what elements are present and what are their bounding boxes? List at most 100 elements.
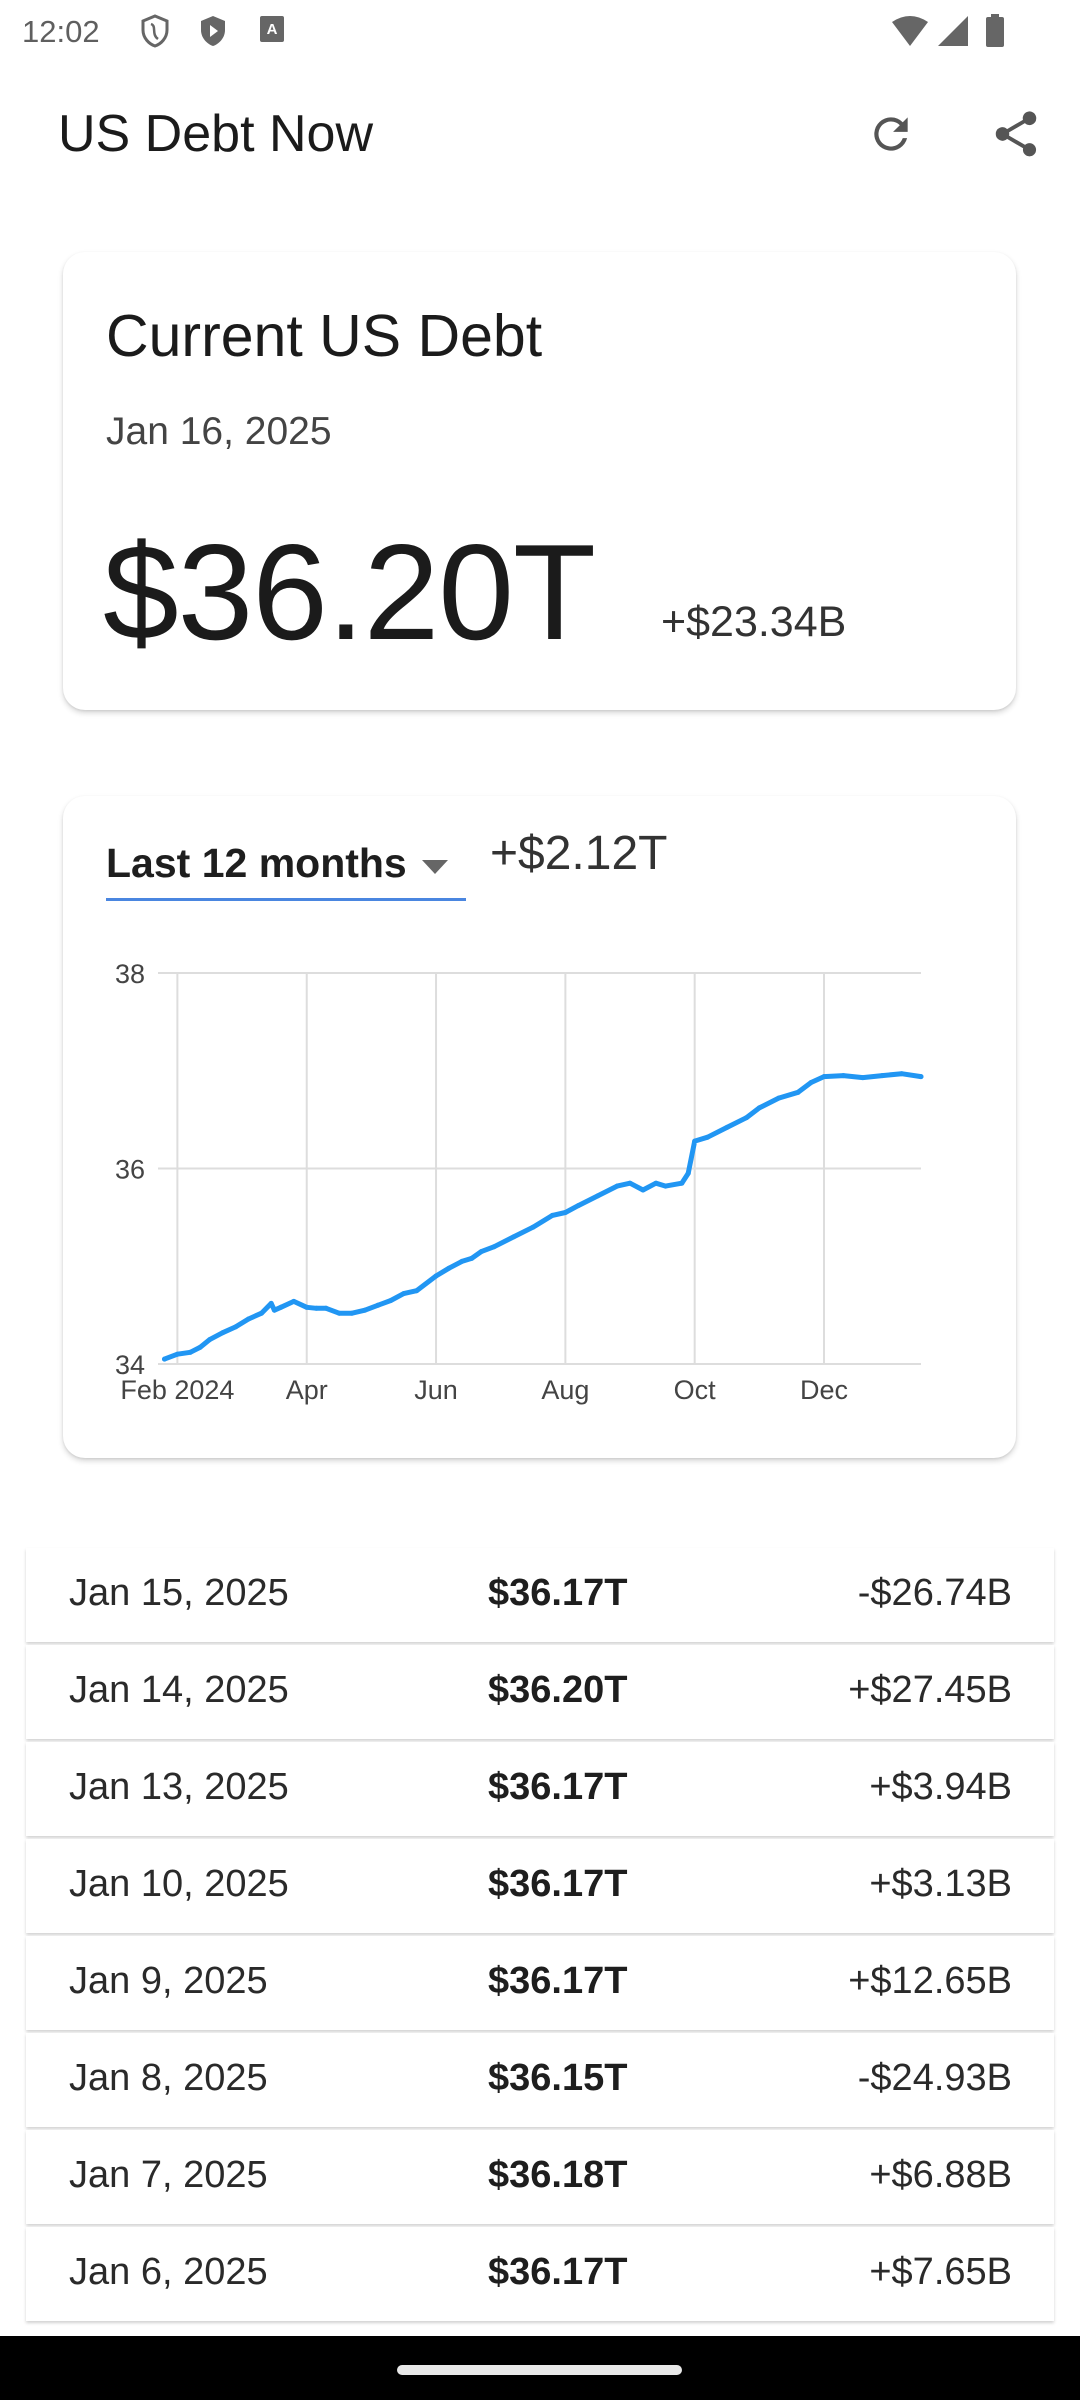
data-point (491, 1244, 497, 1250)
data-point (259, 1310, 264, 1316)
history-change: -$24.93B (857, 2057, 1012, 2099)
x-tick-label: Dec (800, 1375, 848, 1405)
history-row[interactable]: Jan 13, 2025 $36.17T +$3.94B (26, 1742, 1054, 1836)
data-point (362, 1307, 368, 1313)
history-value: $36.17T (488, 2251, 628, 2293)
data-point (575, 1203, 581, 1209)
data-point (549, 1212, 555, 1218)
debt-line-chart: 343638Feb 2024 Apr Jun Aug Oct Dec (115, 959, 924, 1405)
data-point (679, 1180, 685, 1186)
data-point (388, 1298, 394, 1303)
data-point (595, 1193, 601, 1199)
data-point (478, 1249, 484, 1255)
current-date: Jan 16, 2025 (106, 410, 332, 453)
history-date: Jan 14, 2025 (69, 1669, 289, 1711)
home-gesture-handle[interactable] (397, 2365, 682, 2375)
data-point (278, 1304, 284, 1310)
data-point (313, 1305, 319, 1311)
data-point (918, 1074, 924, 1080)
history-row[interactable]: Jan 15, 2025 $36.17T -$26.74B (26, 1548, 1054, 1642)
current-debt-card: Current US Debt Jan 16, 2025 $36.20T +$2… (63, 252, 1016, 710)
data-point (336, 1310, 342, 1316)
data-point (808, 1080, 814, 1085)
history-date: Jan 13, 2025 (69, 1766, 289, 1808)
series-line (162, 1071, 924, 1362)
data-point (271, 1307, 277, 1313)
history-change: +$3.13B (869, 1863, 1012, 1905)
history-date: Jan 7, 2025 (69, 2154, 268, 2196)
battery-icon (986, 14, 1004, 47)
data-point (743, 1115, 749, 1121)
x-tick-label: Apr (286, 1375, 328, 1405)
x-tick-label: Jun (414, 1375, 458, 1405)
data-point (627, 1180, 633, 1186)
history-value: $36.17T (488, 1572, 628, 1614)
history-change: +$12.65B (848, 1960, 1012, 2002)
wifi-icon (892, 16, 928, 46)
history-value: $36.18T (488, 2154, 628, 2196)
vpn-shield-icon (141, 14, 169, 48)
chart-card: Last 12 months +$2.12T 34 36 38 Feb 2024 Apr… (63, 796, 1016, 1458)
history-row[interactable]: Jan 6, 2025 $36.17T +$7.65B (26, 2227, 1054, 2321)
y-tick-label: 38 (115, 959, 145, 989)
history-row[interactable]: Jan 8, 2025 $36.15T -$24.93B (26, 2033, 1054, 2127)
data-point (187, 1349, 193, 1355)
keyboard-a-icon: A (260, 16, 284, 42)
refresh-button[interactable] (857, 100, 925, 168)
history-list: Jan 15, 2025 $36.17T -$26.74B Jan 14, 2025 $… (26, 1548, 1054, 2324)
play-protect-icon (201, 16, 225, 46)
data-point (724, 1124, 730, 1130)
data-point (756, 1105, 762, 1111)
data-point (879, 1073, 885, 1079)
data-point (840, 1073, 846, 1079)
history-date: Jan 9, 2025 (69, 1960, 268, 2002)
data-point (562, 1210, 568, 1215)
data-point (207, 1337, 213, 1343)
status-bar: 12:02 A (0, 0, 1080, 64)
data-point (685, 1170, 691, 1176)
history-row[interactable]: Jan 7, 2025 $36.18T +$6.88B (26, 2130, 1054, 2224)
data-point (640, 1187, 646, 1193)
history-value: $36.15T (488, 2057, 628, 2099)
refresh-icon (874, 117, 908, 151)
history-change: +$6.88B (869, 2154, 1012, 2196)
debt-daily-change: +$23.34B (661, 598, 847, 646)
data-point (197, 1344, 203, 1350)
data-point (530, 1224, 536, 1230)
history-row[interactable]: Jan 10, 2025 $36.17T +$3.13B (26, 1839, 1054, 1933)
x-tick-label: Aug (541, 1375, 589, 1405)
data-point (323, 1305, 329, 1311)
data-point (291, 1298, 297, 1304)
data-point (899, 1071, 905, 1077)
data-point (375, 1302, 381, 1308)
share-icon (995, 111, 1037, 157)
data-point (349, 1310, 355, 1316)
x-tick-label: Feb 2024 (120, 1375, 234, 1405)
history-date: Jan 15, 2025 (69, 1572, 289, 1614)
app-title: US Debt Now (58, 105, 373, 163)
share-button[interactable] (982, 100, 1050, 168)
data-point (692, 1138, 698, 1144)
history-value: $36.17T (488, 1863, 628, 1905)
data-point (174, 1351, 180, 1357)
history-change: +$27.45B (848, 1669, 1012, 1711)
data-point (795, 1089, 801, 1095)
data-point (162, 1356, 167, 1362)
history-row[interactable]: Jan 14, 2025 $36.20T +$27.45B (26, 1645, 1054, 1739)
history-change: -$26.74B (857, 1572, 1012, 1614)
debt-total: $36.20T (103, 516, 596, 668)
y-tick-label: 36 (115, 1155, 145, 1185)
history-row[interactable]: Jan 9, 2025 $36.17T +$12.65B (26, 1936, 1054, 2030)
data-point (401, 1291, 407, 1297)
status-time: 12:02 (22, 14, 100, 49)
data-point (860, 1075, 866, 1081)
history-date: Jan 10, 2025 (69, 1863, 289, 1905)
history-value: $36.20T (488, 1669, 628, 1711)
data-point (220, 1330, 226, 1336)
data-point (776, 1095, 782, 1101)
data-point (233, 1324, 239, 1330)
data-point (705, 1134, 711, 1140)
data-point (663, 1183, 669, 1189)
history-date: Jan 8, 2025 (69, 2057, 268, 2099)
data-point (304, 1304, 310, 1310)
